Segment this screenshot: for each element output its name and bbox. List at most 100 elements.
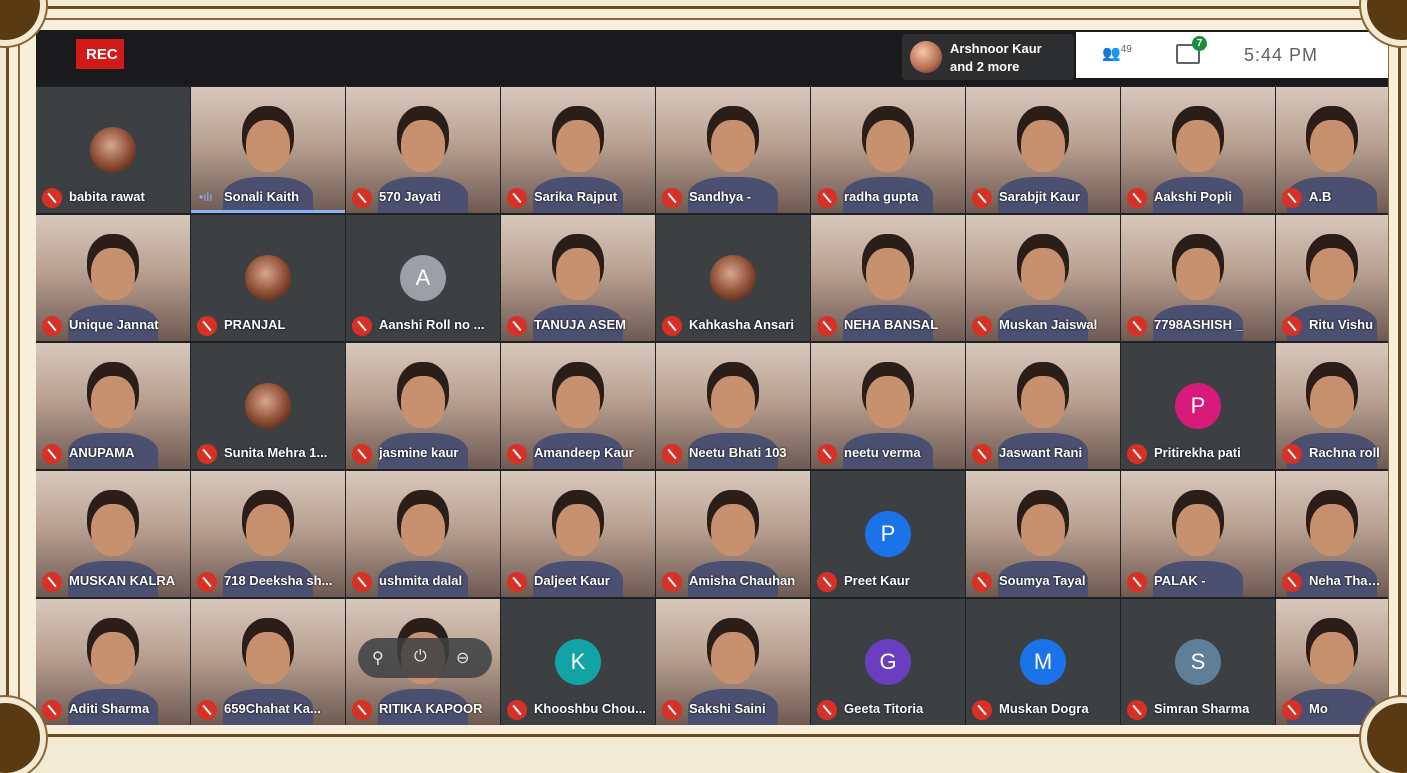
participant-tile[interactable]: PALAK - (1121, 471, 1275, 597)
participant-tile[interactable]: Sunita Mehra 1... (191, 343, 345, 469)
participant-name: Daljeet Kaur (534, 573, 610, 588)
participant-label: Ritu Vishu (1276, 311, 1388, 341)
participant-tile[interactable]: MUSKAN KALRA (36, 471, 190, 597)
participant-tile[interactable]: NEHA BANSAL (811, 215, 965, 341)
participant-label: Sakshi Saini (656, 695, 810, 725)
participant-label: Unique Jannat (36, 311, 190, 341)
mic-off-icon (507, 316, 527, 336)
participant-tile[interactable]: Amandeep Kaur (501, 343, 655, 469)
participant-tile[interactable]: Rachna roll (1276, 343, 1388, 469)
participant-name: Aanshi Roll no ... (379, 317, 485, 332)
participant-tile[interactable]: Muskan Jaiswal (966, 215, 1120, 341)
participant-face (866, 375, 910, 428)
participant-tile[interactable]: Neetu Bhati 103 (656, 343, 810, 469)
participant-label: MUSKAN KALRA (36, 567, 190, 597)
participant-tile[interactable]: Jaswant Rani (966, 343, 1120, 469)
participant-label: radha gupta (811, 183, 965, 213)
participant-tile[interactable]: jasmine kaur (346, 343, 500, 469)
mic-off-icon (1127, 188, 1147, 208)
participant-name: Amisha Chauhan (689, 573, 796, 588)
participant-face (1176, 119, 1220, 172)
participant-tile[interactable]: Sonali Kaith (191, 87, 345, 213)
participant-name: Geeta Titoria (844, 701, 924, 716)
participant-name: Aditi Sharma (69, 701, 150, 716)
participant-name: Ritu Vishu (1309, 317, 1374, 332)
participant-tile[interactable]: P Pritirekha pati (1121, 343, 1275, 469)
participant-name: A.B (1309, 189, 1332, 204)
participant-tile[interactable]: Kahkasha Ansari (656, 215, 810, 341)
participant-tile[interactable]: Mo (1276, 599, 1388, 725)
participant-face (246, 503, 290, 556)
participant-tile[interactable]: A Aanshi Roll no ... (346, 215, 500, 341)
participants-button[interactable]: 👥49 (1102, 44, 1132, 62)
participant-tile[interactable]: P Preet Kaur (811, 471, 965, 597)
mic-off-icon (662, 700, 682, 720)
participant-avatar: P (1175, 383, 1221, 429)
participant-name: PALAK - (1154, 573, 1206, 588)
participant-tile[interactable]: S Simran Sharma (1121, 599, 1275, 725)
participant-avatar: K (555, 639, 601, 685)
mic-off-icon (817, 572, 837, 592)
participant-tile[interactable]: neetu verma (811, 343, 965, 469)
participant-name: Preet Kaur (844, 573, 910, 588)
participant-name: Khooshbu Chou... (534, 701, 646, 716)
remove-icon[interactable]: ⊖ (456, 648, 469, 668)
participant-face (1176, 503, 1220, 556)
participant-tile[interactable]: M Muskan Dogra (966, 599, 1120, 725)
participant-tile[interactable]: 659Chahat Ka... (191, 599, 345, 725)
participant-label: A.B (1276, 183, 1388, 213)
pin-icon[interactable]: ⚲ (372, 648, 384, 668)
mic-off-icon (352, 316, 372, 336)
participant-tile[interactable]: 7798ASHISH _ (1121, 215, 1275, 341)
participant-avatar (90, 127, 136, 173)
participant-tile[interactable]: Aakshi Popli (1121, 87, 1275, 213)
participant-tile[interactable]: G Geeta Titoria (811, 599, 965, 725)
participant-avatar: P (865, 511, 911, 557)
participant-tile[interactable]: PRANJAL (191, 215, 345, 341)
participant-name: Simran Sharma (1154, 701, 1250, 716)
participant-name: ANUPAMA (69, 445, 135, 460)
speaking-icon (197, 188, 217, 208)
participant-tile[interactable]: Unique Jannat (36, 215, 190, 341)
participant-face (556, 247, 600, 300)
participant-tile[interactable]: Amisha Chauhan (656, 471, 810, 597)
participant-tile[interactable]: Sarika Rajput (501, 87, 655, 213)
participant-name: TANUJA ASEM (534, 317, 626, 332)
participant-face (1021, 375, 1065, 428)
tile-hover-controls: ⚲ ⏻ ⊖ (358, 638, 492, 678)
participant-tile[interactable]: 718 Deeksha sh... (191, 471, 345, 597)
presenter-chip[interactable]: Arshnoor Kaur and 2 more (902, 34, 1074, 80)
mic-off-icon (1127, 572, 1147, 592)
participant-tile[interactable]: radha gupta (811, 87, 965, 213)
participant-tile[interactable]: Neha Thakur (1276, 471, 1388, 597)
participant-tile[interactable]: ushmita dalal (346, 471, 500, 597)
participant-name: Pritirekha pati (1154, 445, 1241, 460)
participant-name: Sarabjit Kaur (999, 189, 1080, 204)
participant-tile[interactable]: Sakshi Saini (656, 599, 810, 725)
participant-tile[interactable]: Sandhya - (656, 87, 810, 213)
mute-icon[interactable]: ⏻ (414, 648, 427, 666)
participant-tile[interactable]: Ritu Vishu (1276, 215, 1388, 341)
participant-label: Neha Thakur (1276, 567, 1388, 597)
participant-tile[interactable]: Aditi Sharma (36, 599, 190, 725)
participant-name: Soumya Tayal (999, 573, 1086, 588)
participant-tile[interactable]: babita rawat (36, 87, 190, 213)
participant-label: 659Chahat Ka... (191, 695, 345, 725)
mic-off-icon (352, 572, 372, 592)
participant-tile[interactable]: 570 Jayati (346, 87, 500, 213)
participant-tile[interactable]: Sarabjit Kaur (966, 87, 1120, 213)
mic-off-icon (42, 700, 62, 720)
participant-tile[interactable]: K Khooshbu Chou... (501, 599, 655, 725)
participant-tile[interactable]: Daljeet Kaur (501, 471, 655, 597)
mic-off-icon (42, 316, 62, 336)
participant-avatar: G (865, 639, 911, 685)
participant-name: ushmita dalal (379, 573, 463, 588)
participant-face (1021, 247, 1065, 300)
participant-tile[interactable]: A.B (1276, 87, 1388, 213)
mic-off-icon (42, 444, 62, 464)
mic-off-icon (42, 572, 62, 592)
participant-face (246, 119, 290, 172)
participant-tile[interactable]: ANUPAMA (36, 343, 190, 469)
participant-tile[interactable]: TANUJA ASEM (501, 215, 655, 341)
participant-tile[interactable]: Soumya Tayal (966, 471, 1120, 597)
